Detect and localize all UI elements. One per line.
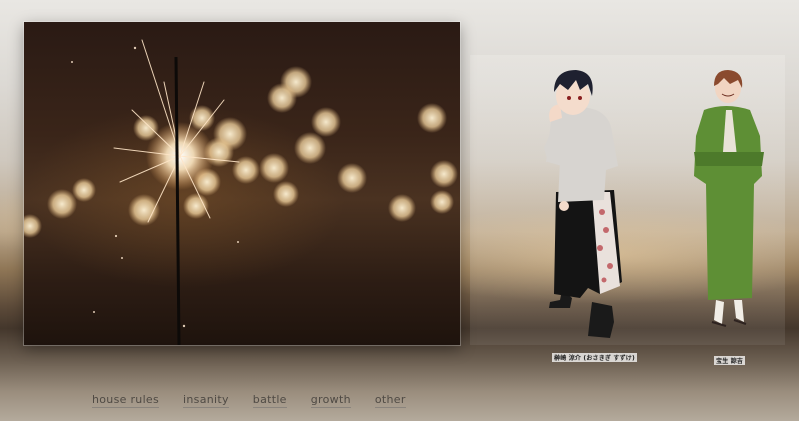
footer-nav: house rules insanity battle growth other (92, 393, 430, 408)
nav-link-house-rules[interactable]: house rules (92, 393, 160, 408)
nav-link-other[interactable]: other (374, 393, 406, 408)
character-green-kimono (694, 70, 764, 327)
bokeh-lights (24, 66, 458, 238)
nav-link-insanity[interactable]: insanity (183, 393, 229, 408)
sparkler-image (24, 39, 458, 345)
character-caption-2: 宝生 諒吉 (714, 356, 746, 365)
character-dark-hair-shorts (544, 70, 622, 338)
character-caption-1: 榊崎 涼介 (おさきぎ すずけ) (552, 353, 637, 362)
nav-link-battle[interactable]: battle (252, 393, 287, 408)
sparkler-photo (24, 22, 460, 345)
nav-link-growth[interactable]: growth (310, 393, 351, 408)
sparkler-stick (174, 56, 181, 345)
